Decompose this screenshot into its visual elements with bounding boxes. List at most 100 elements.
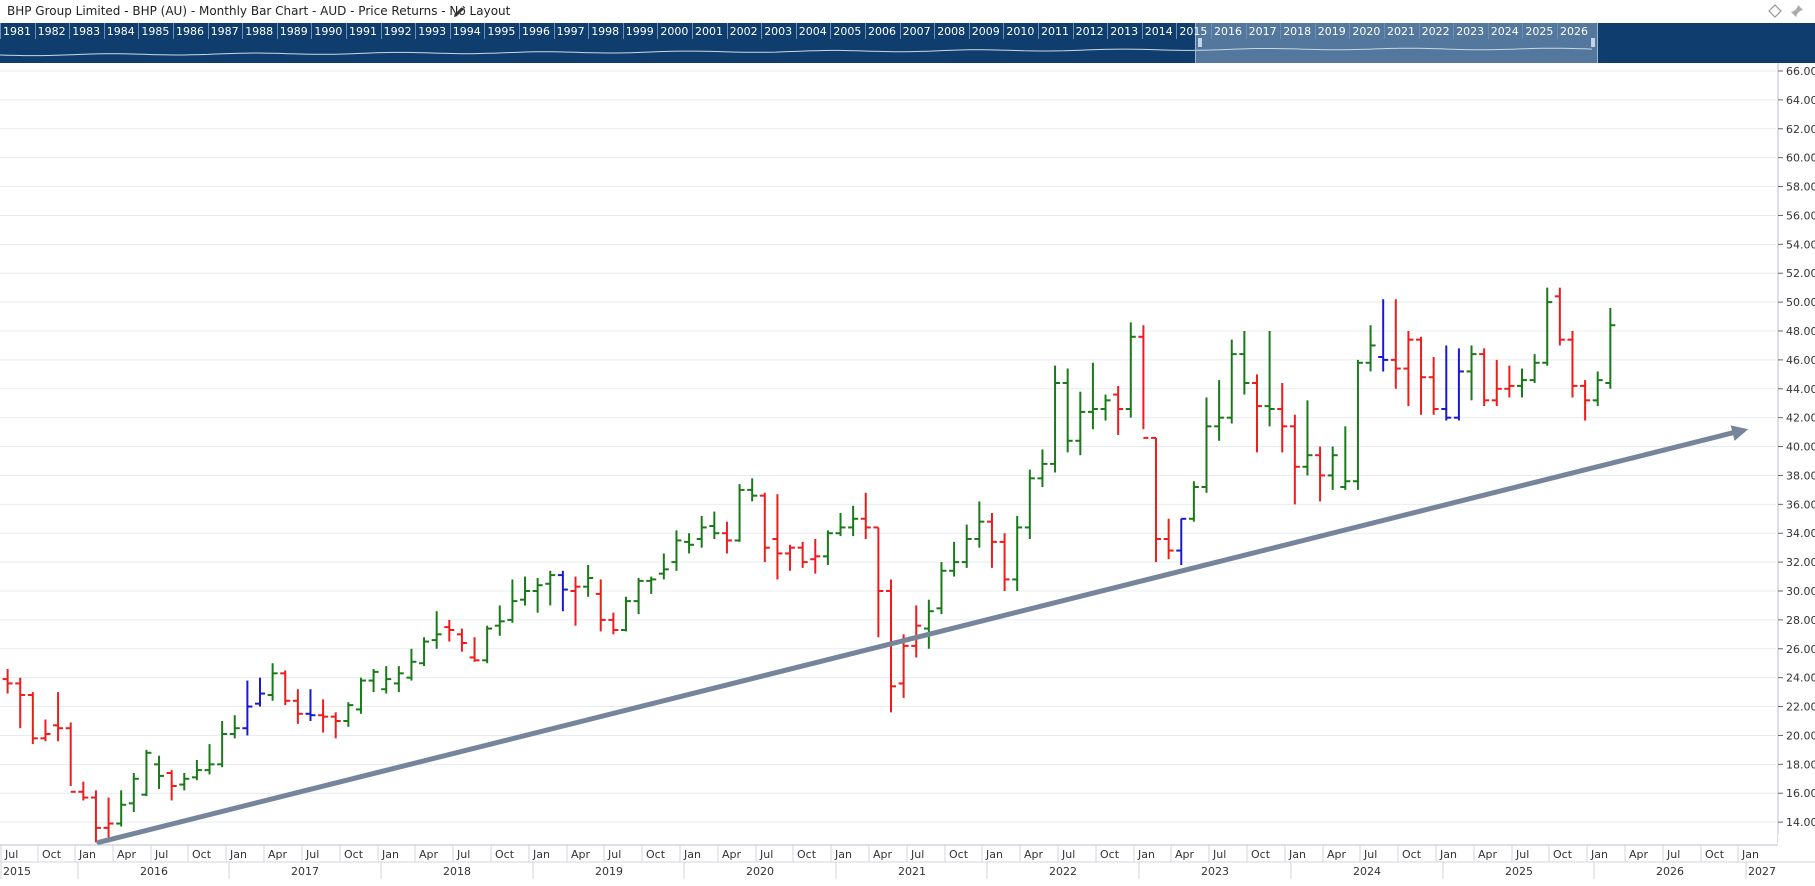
navigator-year-label[interactable]: 2021 [1387,25,1415,38]
navigator-year-label[interactable]: 1989 [280,25,308,38]
month-label: Apr [1175,848,1195,861]
ohlc-bar [658,553,669,580]
navigator-year-label[interactable]: 2015 [1179,25,1207,38]
month-label: Jul [1363,848,1377,861]
ohlc-bar [242,680,253,736]
navigator-year-label[interactable]: 2007 [903,25,931,38]
ohlc-bar [1289,414,1300,505]
navigator-year-label[interactable]: 2010 [1006,25,1034,38]
ohlc-bar [1138,325,1149,439]
navigator-year-label[interactable]: 1982 [38,25,66,38]
ohlc-bar [53,692,64,742]
navigator-year-label[interactable]: 1988 [245,25,273,38]
ohlc-bar [936,562,947,615]
ohlc-bar [595,579,606,632]
month-label: Oct [949,848,969,861]
navigator-year-label[interactable]: 2005 [833,25,861,38]
navigator-year-label[interactable]: 2009 [972,25,1000,38]
month-label: Oct [797,848,817,861]
price-tick-label: 20.00 [1786,729,1815,742]
month-label: Oct [42,848,62,861]
navigator-year-label[interactable]: 1998 [591,25,619,38]
ohlc-bar [229,715,240,739]
navigator-year-label[interactable]: 1991 [349,25,377,38]
navigator-year-label[interactable]: 1996 [522,25,550,38]
price-tick-label: 48.00 [1786,325,1815,338]
navigator-year-label[interactable]: 1990 [314,25,342,38]
navigator-year-tick [1141,23,1143,39]
ohlc-bar [848,505,859,537]
navigator-year-label[interactable]: 2013 [1110,25,1138,38]
navigator-year-label[interactable]: 2016 [1214,25,1242,38]
navigator-year-label[interactable]: 2017 [1249,25,1277,38]
ohlc-bar [40,719,51,742]
navigator-year-label[interactable]: 2003 [764,25,792,38]
pencil-icon[interactable] [451,4,467,20]
navigator-year-label[interactable]: 1993 [418,25,446,38]
navigator-year-label[interactable]: 1986 [176,25,204,38]
navigator-year-label[interactable]: 2018 [1283,25,1311,38]
ohlc-bar [1529,354,1540,383]
navigator-year-label[interactable]: 2004 [799,25,827,38]
pin-icon[interactable] [1789,3,1805,19]
navigator-year-label[interactable]: 2026 [1560,25,1588,38]
navigator-left-handle[interactable] [1198,38,1202,47]
year-label: 2026 [1656,865,1684,878]
ohlc-bar [204,744,215,775]
navigator-year-label[interactable]: 1994 [453,25,481,38]
navigator-year-label[interactable]: 1997 [557,25,585,38]
navigator-year-label[interactable]: 2014 [1145,25,1173,38]
month-label: Jul [759,848,773,861]
ohlc-bar [1428,357,1439,415]
navigator-year-label[interactable]: 2020 [1352,25,1380,38]
month-label: Jul [4,848,18,861]
navigator-year-label[interactable]: 1995 [487,25,515,38]
navigator-year-label[interactable]: 1985 [141,25,169,38]
ohlc-bar [393,666,404,693]
ohlc-bar [305,689,316,721]
navigator-year-label[interactable]: 2024 [1491,25,1519,38]
ohlc-bar [217,721,228,768]
navigator-year-label[interactable]: 1999 [626,25,654,38]
ohlc-bar [696,515,707,548]
ohlc-bar [1201,397,1212,493]
navigator-year-label[interactable]: 2002 [730,25,758,38]
ohlc-bar [671,530,682,571]
navigator-year-label[interactable]: 2019 [1318,25,1346,38]
navigator-year-label[interactable]: 1983 [72,25,100,38]
time-navigator[interactable]: 1981 1982 1983 1984 1985 1986 1987 1988 1989 1990… [0,23,1815,63]
navigator-year-label[interactable]: 2023 [1456,25,1484,38]
navigator-year-tick [726,23,728,39]
navigator-year-tick [276,23,278,39]
navigator-right-handle[interactable] [1591,38,1595,47]
navigator-year-tick [1245,23,1247,39]
navigator-year-label[interactable]: 2006 [868,25,896,38]
ohlc-bar [532,578,543,613]
navigator-year-label[interactable]: 2011 [1041,25,1069,38]
navigator-year-label[interactable]: 2001 [695,25,723,38]
bar-chart[interactable]: 12.0014.0016.0018.0020.0022.0024.0026.00… [0,63,1815,886]
month-label: Apr [722,848,742,861]
year-label: 2019 [595,865,623,878]
navigator-year-label[interactable]: 2022 [1422,25,1450,38]
ohlc-bar [179,773,190,791]
navigator-year-tick [484,23,486,39]
navigator-year-label[interactable]: 2008 [937,25,965,38]
month-label: Apr [1024,848,1044,861]
ohlc-bar [961,524,972,568]
navigator-year-label[interactable]: 1984 [107,25,135,38]
navigator-year-label[interactable]: 1987 [211,25,239,38]
navigator-year-label[interactable]: 2012 [1076,25,1104,38]
ohlc-bar [583,565,594,597]
navigator-year-label[interactable]: 1981 [3,25,31,38]
navigator-year-tick [138,23,140,39]
ohlc-bar [822,530,833,565]
diamond-icon[interactable] [1767,3,1783,19]
navigator-year-tick [1038,23,1039,39]
navigator-year-label[interactable]: 1992 [384,25,412,38]
trendline-layer [96,425,1749,845]
navigator-year-label[interactable]: 2000 [660,25,688,38]
navigator-year-label[interactable]: 2025 [1525,25,1553,38]
ohlc-bar [1327,446,1338,490]
ohlc-bar [633,578,644,615]
